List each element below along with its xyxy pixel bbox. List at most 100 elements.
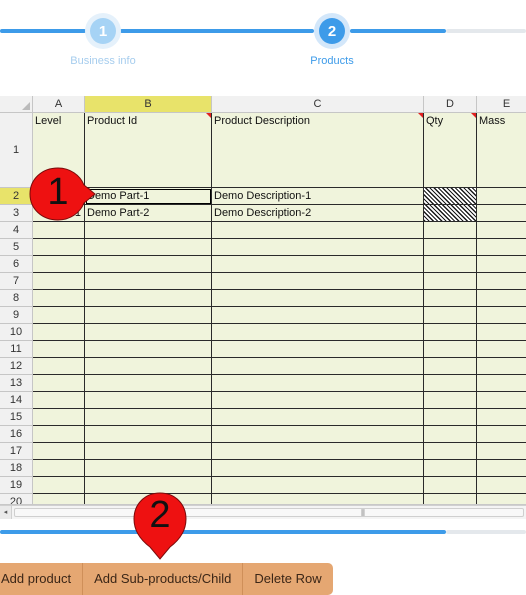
table-cell[interactable]: [477, 290, 526, 307]
table-cell[interactable]: [85, 239, 212, 256]
table-cell[interactable]: [477, 375, 526, 392]
scroll-thumb[interactable]: ⦀: [14, 508, 524, 518]
row-header-5[interactable]: 5: [0, 239, 33, 256]
table-cell[interactable]: [424, 392, 477, 409]
table-cell[interactable]: [424, 324, 477, 341]
table-cell[interactable]: [424, 494, 477, 504]
table-cell[interactable]: [212, 239, 424, 256]
spreadsheet[interactable]: A B C D E 1 Level Product Id Product Description…: [0, 96, 526, 505]
row-header-6[interactable]: 6: [0, 256, 33, 273]
row-header-4[interactable]: 4: [0, 222, 33, 239]
table-cell[interactable]: [33, 222, 85, 239]
table-cell[interactable]: [424, 222, 477, 239]
table-cell[interactable]: [212, 375, 424, 392]
table-cell[interactable]: [85, 256, 212, 273]
table-cell[interactable]: [212, 341, 424, 358]
table-cell[interactable]: [477, 256, 526, 273]
table-cell[interactable]: [477, 460, 526, 477]
header-cell[interactable]: Product Description: [212, 113, 424, 188]
table-cell[interactable]: [477, 239, 526, 256]
table-cell[interactable]: [212, 222, 424, 239]
step-business-info[interactable]: 1: [85, 13, 121, 49]
table-cell[interactable]: [424, 341, 477, 358]
table-cell[interactable]: [85, 375, 212, 392]
table-cell[interactable]: [33, 239, 85, 256]
add-sub-products-button[interactable]: Add Sub-products/Child: [83, 563, 244, 595]
table-cell[interactable]: [212, 409, 424, 426]
row-header-17[interactable]: 17: [0, 443, 33, 460]
row-header-12[interactable]: 12: [0, 358, 33, 375]
table-cell[interactable]: [33, 392, 85, 409]
table-cell[interactable]: [33, 307, 85, 324]
table-cell[interactable]: [424, 477, 477, 494]
table-cell[interactable]: [85, 222, 212, 239]
table-cell[interactable]: [424, 188, 477, 205]
table-cell[interactable]: [212, 443, 424, 460]
row-header-20[interactable]: 20: [0, 494, 33, 504]
table-cell[interactable]: [85, 358, 212, 375]
horizontal-scrollbar[interactable]: ◂ ⦀: [0, 505, 526, 519]
table-cell[interactable]: 1: [477, 188, 526, 205]
table-cell[interactable]: [477, 477, 526, 494]
header-cell[interactable]: Mass: [477, 113, 526, 188]
column-header-e[interactable]: E: [477, 96, 526, 113]
row-header-7[interactable]: 7: [0, 273, 33, 290]
table-cell[interactable]: [85, 392, 212, 409]
table-cell[interactable]: [85, 460, 212, 477]
delete-row-button[interactable]: Delete Row: [243, 563, 333, 595]
table-cell[interactable]: [85, 426, 212, 443]
table-cell[interactable]: [33, 375, 85, 392]
table-cell[interactable]: [212, 307, 424, 324]
table-cell[interactable]: [33, 477, 85, 494]
table-cell[interactable]: Demo Part-2: [85, 205, 212, 222]
table-cell[interactable]: [477, 222, 526, 239]
table-cell[interactable]: [477, 324, 526, 341]
step-products[interactable]: 2: [314, 13, 350, 49]
scroll-left-icon[interactable]: ◂: [0, 506, 12, 519]
table-cell[interactable]: [477, 392, 526, 409]
table-cell[interactable]: [424, 426, 477, 443]
row-header-16[interactable]: 16: [0, 426, 33, 443]
table-cell[interactable]: [212, 460, 424, 477]
row-header-19[interactable]: 19: [0, 477, 33, 494]
column-header-b[interactable]: B: [85, 96, 212, 113]
header-cell[interactable]: Qty: [424, 113, 477, 188]
table-cell[interactable]: [477, 426, 526, 443]
table-cell[interactable]: [424, 358, 477, 375]
table-cell[interactable]: [477, 443, 526, 460]
table-cell[interactable]: [477, 409, 526, 426]
table-cell[interactable]: [212, 358, 424, 375]
row-header-15[interactable]: 15: [0, 409, 33, 426]
table-cell[interactable]: [33, 324, 85, 341]
table-cell[interactable]: [212, 392, 424, 409]
header-cell[interactable]: Product Id: [85, 113, 212, 188]
table-cell[interactable]: Demo Description-2: [212, 205, 424, 222]
table-cell[interactable]: [212, 290, 424, 307]
row-header-9[interactable]: 9: [0, 307, 33, 324]
column-header-d[interactable]: D: [424, 96, 477, 113]
row-header-11[interactable]: 11: [0, 341, 33, 358]
table-cell[interactable]: [33, 409, 85, 426]
table-cell[interactable]: [85, 324, 212, 341]
column-header-c[interactable]: C: [212, 96, 424, 113]
table-cell[interactable]: [424, 205, 477, 222]
table-cell[interactable]: [33, 341, 85, 358]
table-cell[interactable]: [212, 426, 424, 443]
table-cell[interactable]: [33, 443, 85, 460]
row-header-18[interactable]: 18: [0, 460, 33, 477]
table-cell[interactable]: [33, 273, 85, 290]
table-cell[interactable]: [477, 358, 526, 375]
table-cell[interactable]: [85, 443, 212, 460]
table-cell[interactable]: [33, 256, 85, 273]
table-cell[interactable]: [212, 477, 424, 494]
table-cell[interactable]: [33, 358, 85, 375]
table-cell[interactable]: [424, 443, 477, 460]
row-header-13[interactable]: 13: [0, 375, 33, 392]
add-product-button[interactable]: Add product: [0, 563, 84, 595]
table-cell[interactable]: [477, 307, 526, 324]
table-cell[interactable]: [85, 273, 212, 290]
selected-cell[interactable]: Demo Part-1: [85, 188, 212, 205]
column-header-a[interactable]: A: [33, 96, 85, 113]
table-cell[interactable]: [477, 273, 526, 290]
table-cell[interactable]: [424, 409, 477, 426]
